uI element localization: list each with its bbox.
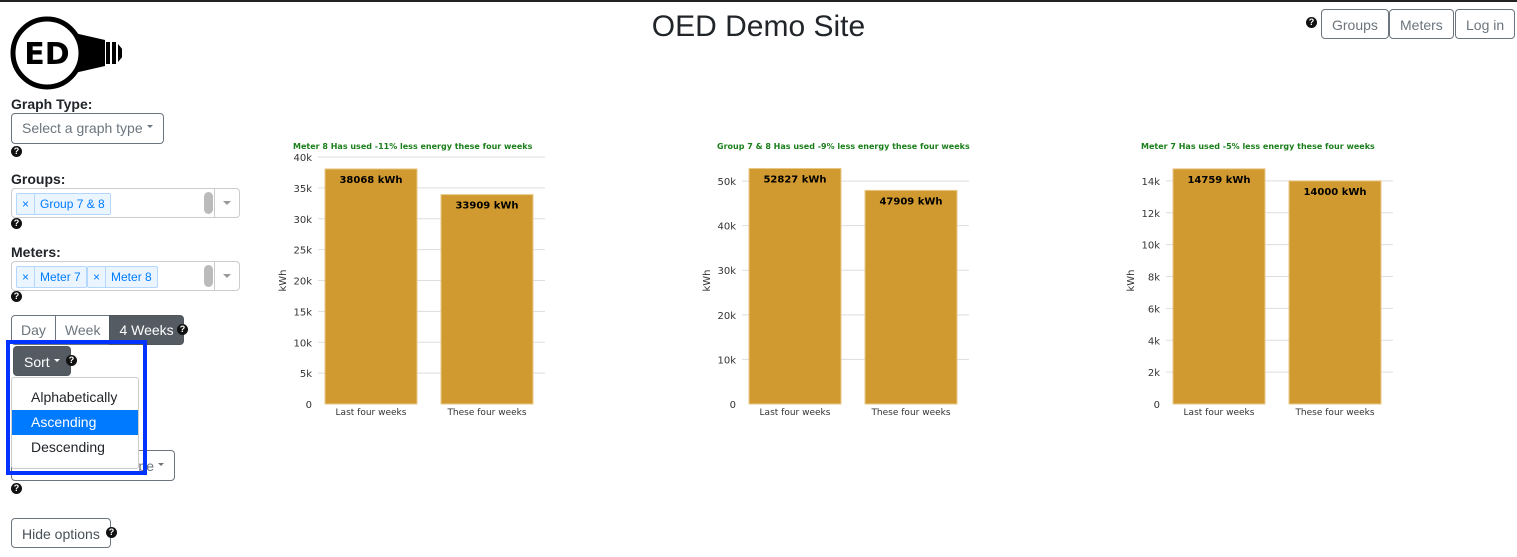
y-tick-label: 0 (306, 400, 312, 411)
compare-chart-meter-7: Meter 7 Has used -5% less energy these f… (1126, 142, 1393, 418)
question-circle-icon[interactable]: ? (106, 527, 117, 538)
meters-button[interactable]: Meters (1389, 9, 1454, 39)
y-tick-label: 50k (717, 177, 736, 188)
graph-type-dropdown[interactable]: Select a graph type (11, 113, 164, 144)
y-tick-label: 30k (717, 266, 736, 277)
y-tick-label: 5k (300, 369, 312, 380)
chip-label: Meter 8 (111, 270, 152, 284)
caret-down-icon (146, 125, 153, 131)
chart-title: Group 7 & 8 Has used -9% less energy the… (717, 142, 970, 151)
question-circle-icon[interactable]: ? (11, 218, 22, 229)
chart-title: Meter 8 Has used -11% less energy these … (293, 142, 533, 151)
question-circle-icon[interactable]: ? (11, 291, 22, 302)
y-tick-label: 6k (1148, 304, 1160, 315)
y-axis-label: kWh (702, 269, 713, 291)
y-tick-label: 10k (293, 338, 312, 349)
caret-down-icon (158, 463, 164, 469)
y-tick-label: 10k (717, 355, 736, 366)
y-tick-label: 15k (293, 307, 312, 318)
y-tick-label: 10k (1141, 241, 1160, 252)
question-circle-icon[interactable]: ? (11, 146, 22, 157)
bar-data-label: 47909 kWh (879, 196, 942, 207)
bar-data-label: 33909 kWh (455, 201, 518, 212)
y-tick-label: 0 (730, 400, 736, 411)
compare-chart-meter-8: Meter 8 Has used -11% less energy these … (278, 142, 545, 418)
y-axis-label: kWh (278, 269, 289, 291)
x-tick-label: These four weeks (870, 408, 950, 418)
x-tick-label: These four weeks (446, 408, 526, 418)
y-tick-label: 2k (1148, 368, 1160, 379)
groups-select[interactable]: × Group 7 & 8 (11, 188, 240, 218)
bar (748, 167, 842, 405)
page-title: OED Demo Site (651, 10, 866, 43)
y-axis-label: kWh (1126, 269, 1137, 291)
group-chip: × Group 7 & 8 (16, 193, 111, 215)
scrollbar[interactable] (204, 192, 213, 214)
y-tick-label: 4k (1148, 336, 1160, 347)
y-tick-label: 30k (293, 215, 312, 226)
y-tick-label: 12k (1141, 209, 1160, 220)
chart-title: Meter 7 Has used -5% less energy these f… (1141, 142, 1375, 151)
remove-chip-button[interactable]: × (88, 267, 107, 287)
groups-button[interactable]: Groups (1321, 9, 1389, 39)
x-tick-label: Last four weeks (336, 408, 407, 418)
y-tick-label: 40k (717, 222, 736, 233)
y-tick-label: 35k (293, 184, 312, 195)
bar (864, 189, 958, 405)
graph-type-placeholder: Select a graph type (22, 120, 143, 136)
dropdown-arrow-icon[interactable] (214, 262, 239, 290)
bar (1172, 168, 1266, 405)
y-tick-label: 8k (1148, 273, 1160, 284)
dropdown-arrow-icon[interactable] (214, 189, 239, 217)
bar (440, 194, 534, 405)
bar (1288, 180, 1382, 405)
y-tick-label: 25k (293, 246, 312, 257)
graph-type-label: Graph Type: (11, 96, 93, 112)
y-tick-label: 0 (1154, 400, 1160, 411)
hide-options-button[interactable]: Hide options (11, 518, 111, 548)
meter-chip: × Meter 8 (87, 266, 158, 288)
scrollbar[interactable] (204, 265, 213, 287)
chip-label: Meter 7 (40, 270, 81, 284)
remove-chip-button[interactable]: × (17, 194, 36, 214)
x-tick-label: Last four weeks (760, 408, 831, 418)
groups-label: Groups: (11, 171, 66, 187)
y-tick-label: 40k (293, 153, 312, 164)
meters-select[interactable]: × Meter 7 × Meter 8 (11, 261, 240, 291)
meter-chip: × Meter 7 (16, 266, 87, 288)
y-tick-label: 20k (293, 277, 312, 288)
bar-data-label: 14000 kWh (1303, 187, 1366, 198)
login-button[interactable]: Log in (1455, 9, 1516, 39)
meters-label: Meters: (11, 244, 61, 260)
y-tick-label: 20k (717, 311, 736, 322)
bar-data-label: 14759 kWh (1187, 175, 1250, 186)
compare-chart-group-7-8: Group 7 & 8 Has used -9% less energy the… (702, 142, 970, 418)
x-tick-label: These four weeks (1294, 408, 1374, 418)
bar-data-label: 52827 kWh (763, 174, 826, 185)
bar (324, 168, 418, 405)
selection-highlight (6, 340, 147, 475)
y-tick-label: 14k (1141, 177, 1160, 188)
chip-label: Group 7 & 8 (40, 197, 105, 211)
bar-data-label: 38068 kWh (339, 175, 402, 186)
question-circle-icon[interactable]: ? (177, 324, 188, 335)
question-circle-icon[interactable]: ? (11, 483, 22, 494)
x-tick-label: Last four weeks (1184, 408, 1255, 418)
remove-chip-button[interactable]: × (17, 267, 36, 287)
question-circle-icon[interactable]: ? (1306, 17, 1317, 28)
